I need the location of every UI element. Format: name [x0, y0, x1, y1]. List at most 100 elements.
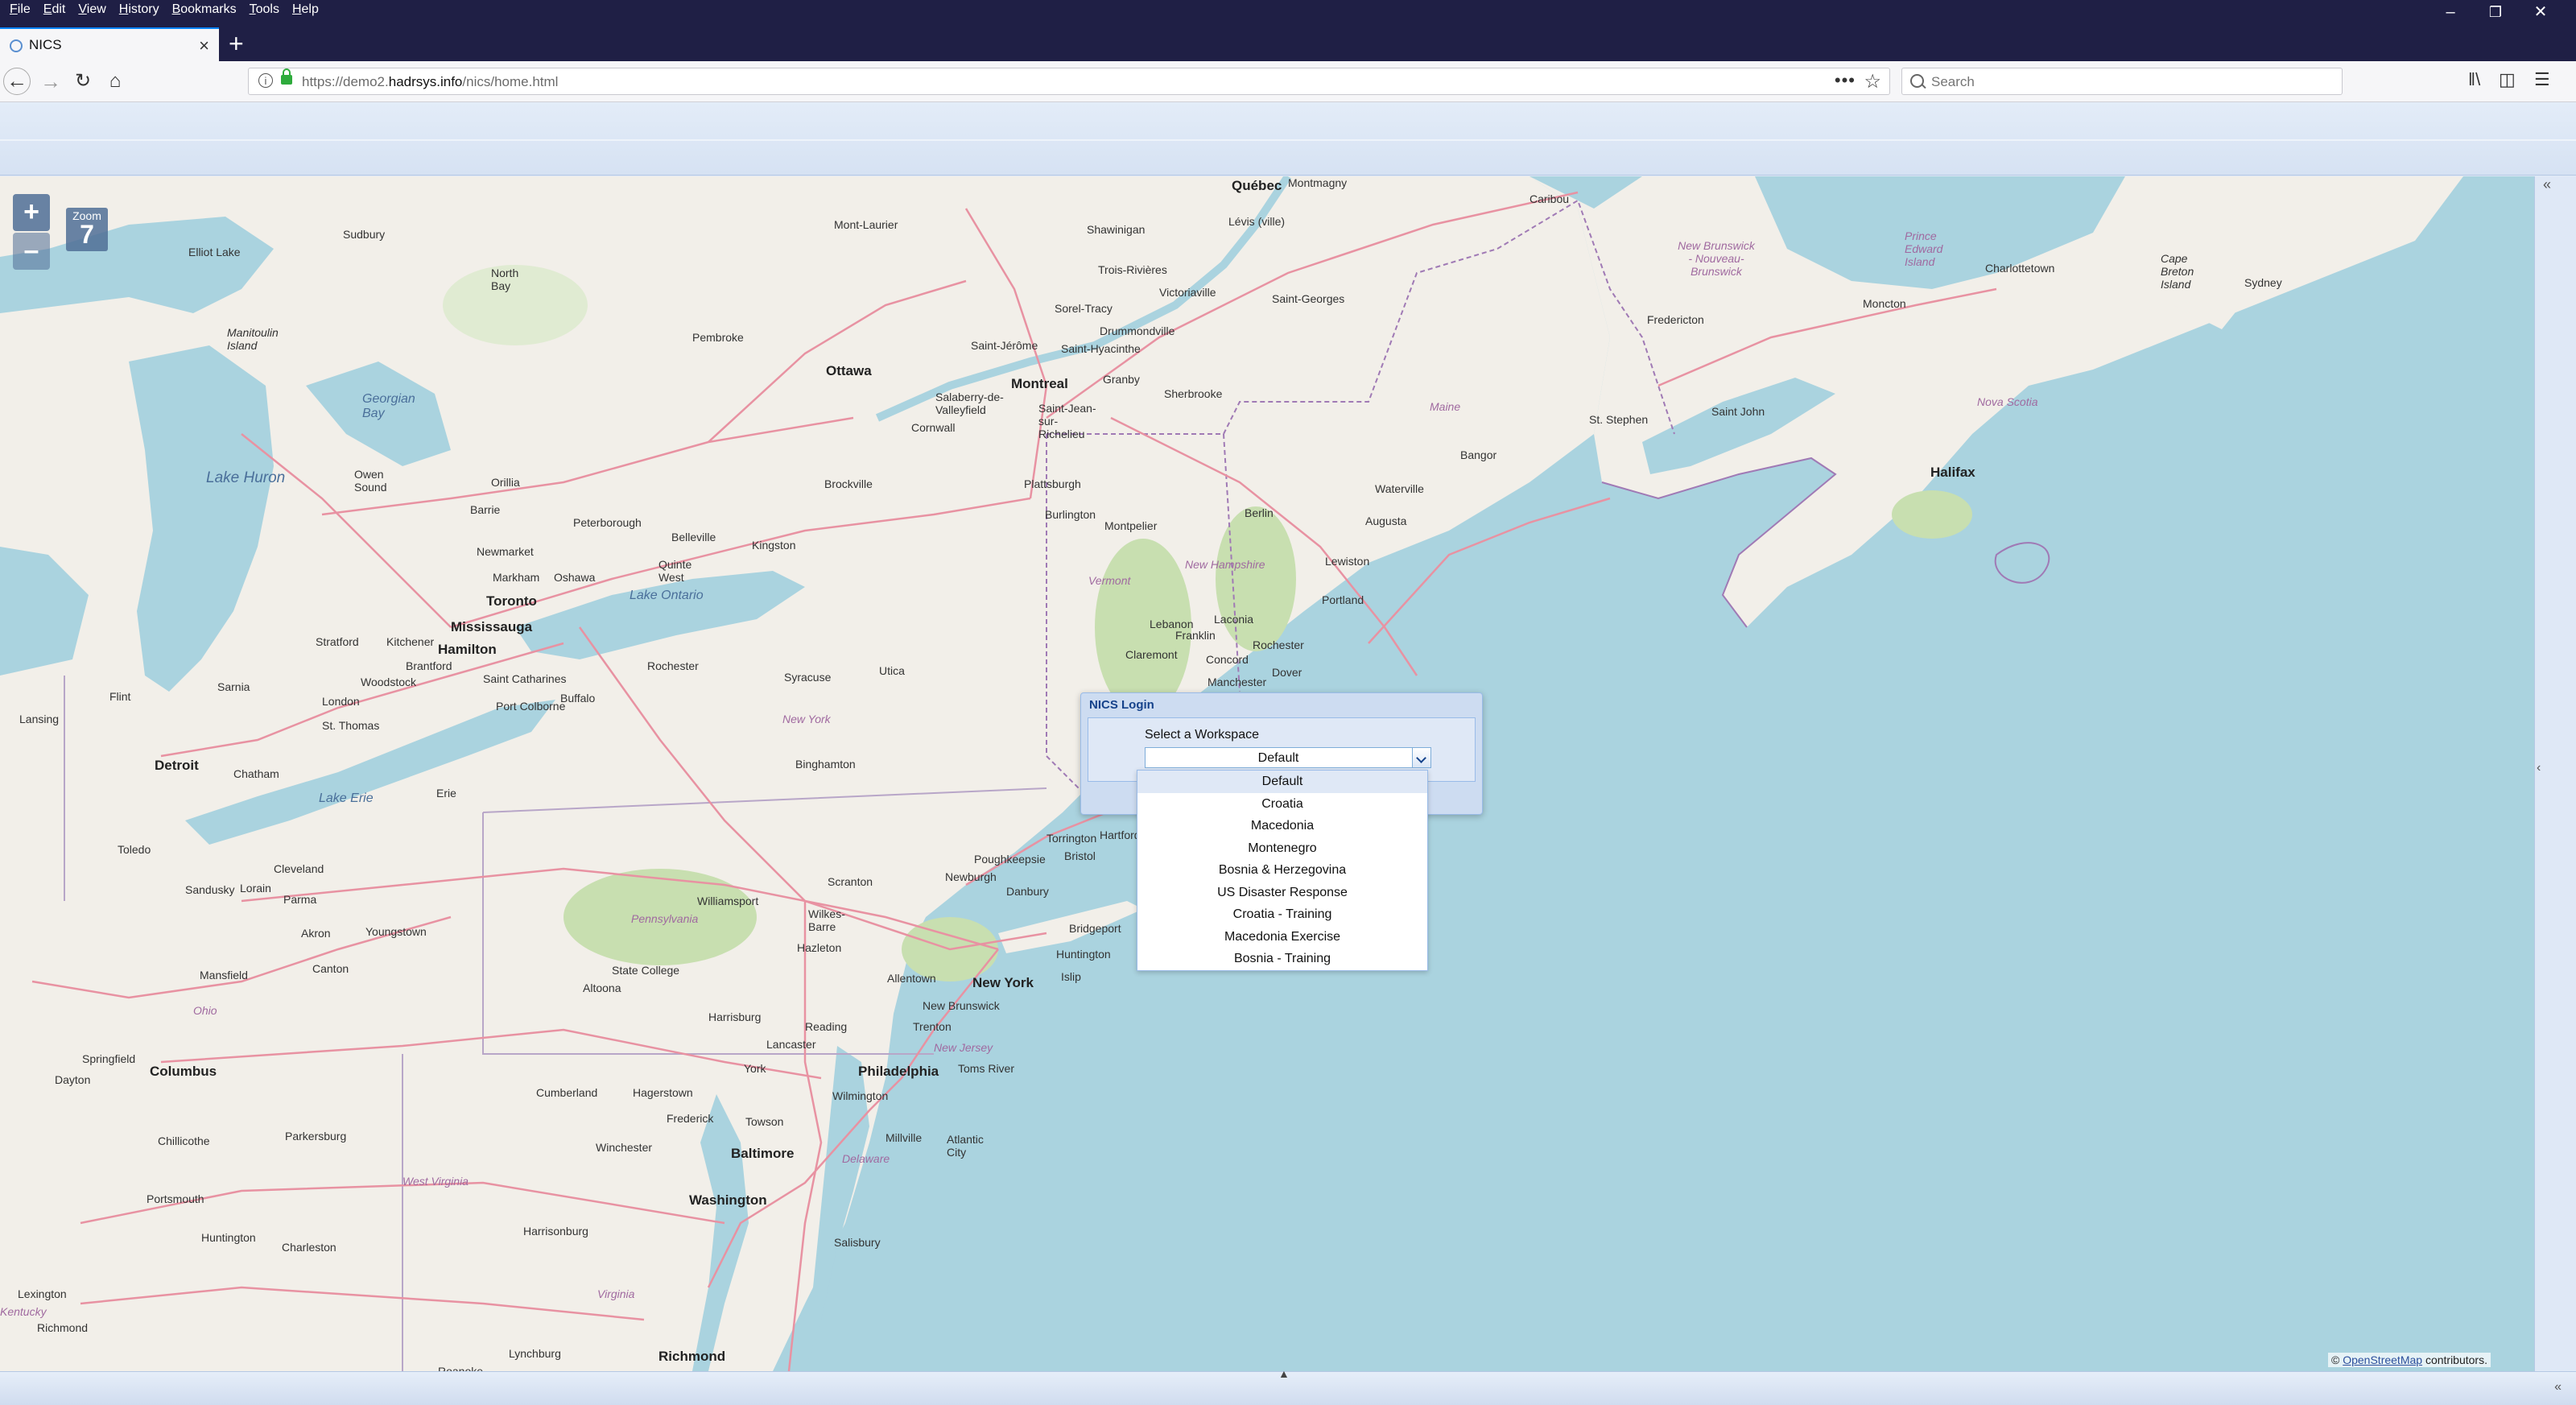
place-label: Millville [886, 1131, 923, 1144]
place-label: New York [782, 713, 831, 725]
place-label: Moncton [1863, 297, 1906, 310]
collapsed-east-panel: « ‹ [2534, 176, 2576, 1371]
place-label: Hamilton [438, 642, 497, 657]
menu-edit[interactable]: Edit [37, 0, 72, 19]
app-header [0, 102, 2576, 176]
workspace-option[interactable]: US Disaster Response [1137, 882, 1427, 904]
place-label: Huntington [201, 1231, 256, 1244]
new-tab-icon[interactable]: + [229, 29, 244, 58]
restore-icon[interactable]: ❐ [2473, 0, 2518, 24]
search-box[interactable] [1901, 68, 2343, 95]
place-label: Toms River [958, 1062, 1015, 1075]
workspace-option[interactable]: Montenegro [1137, 837, 1427, 860]
navigation-toolbar: ← → ↻ ⌂ i https://demo2.hadrsys.info/nic… [0, 61, 2576, 102]
workspace-selected-value[interactable]: Default [1146, 751, 1411, 766]
place-label: Chatham [233, 767, 279, 780]
menu-file[interactable]: File [3, 0, 37, 19]
place-label: Washington [689, 1192, 767, 1208]
place-label: Poughkeepsie [974, 853, 1046, 866]
menu-help[interactable]: Help [286, 0, 325, 19]
place-label: Richmond [658, 1349, 726, 1364]
forward-icon[interactable]: → [37, 68, 64, 95]
zoom-in-button[interactable]: + [13, 194, 50, 231]
tab-close-icon[interactable]: × [199, 35, 209, 56]
place-label: Franklin [1175, 629, 1216, 642]
place-label: Burlington [1045, 508, 1096, 521]
workspace-option[interactable]: Macedonia [1137, 815, 1427, 837]
workspace-option[interactable]: Bosnia & Herzegovina [1137, 859, 1427, 882]
header-divider [0, 139, 2576, 141]
splitter-handle-icon[interactable]: ▲ [1278, 1367, 1290, 1380]
sidebar-icon[interactable]: ◫ [2499, 69, 2516, 90]
chevron-down-icon[interactable] [1412, 747, 1431, 768]
zoom-out-button[interactable]: – [13, 233, 50, 270]
minimize-icon[interactable]: – [2428, 0, 2473, 24]
place-label: Sarnia [217, 680, 250, 693]
place-label: Barrie [470, 503, 501, 516]
place-label: Toledo [118, 843, 151, 856]
place-label: Chillicothe [158, 1134, 210, 1147]
place-label: Flint [109, 690, 131, 703]
place-label: Sandusky [185, 883, 235, 896]
place-label: Plattsburgh [1024, 477, 1081, 490]
home-icon[interactable]: ⌂ [101, 68, 129, 95]
back-icon[interactable]: ← [3, 68, 31, 95]
library-icon[interactable]: ‖\ [2468, 69, 2480, 90]
dialog-title: NICS Login [1089, 698, 1154, 712]
reload-icon[interactable]: ↻ [69, 68, 97, 95]
workspace-option[interactable]: Bosnia - Training [1137, 948, 1427, 970]
place-label: Sorel-Tracy [1055, 302, 1113, 315]
place-label: Prince Edward Island [1905, 229, 1943, 268]
place-label: Wilkes-Barre [808, 907, 845, 933]
place-label: Québec [1232, 178, 1282, 193]
place-label: Charleston [282, 1241, 336, 1254]
place-label: Mansfield [200, 969, 248, 981]
url-bar[interactable]: i https://demo2.hadrsys.info/nics/home.h… [248, 68, 1890, 95]
place-label: Lewiston [1325, 555, 1370, 568]
place-label: Buffalo [560, 692, 596, 705]
zoom-level-indicator: Zoom 7 [66, 208, 108, 251]
info-icon[interactable]: i [258, 73, 273, 88]
place-label: West Virginia [402, 1175, 469, 1188]
workspace-option[interactable]: Macedonia Exercise [1137, 926, 1427, 948]
place-label: Waterville [1375, 482, 1424, 495]
openstreetmap-link[interactable]: OpenStreetMap [2343, 1353, 2422, 1366]
expand-panel-icon[interactable]: « [2543, 176, 2551, 193]
place-label: New York [972, 975, 1034, 990]
menu-history[interactable]: History [113, 0, 166, 19]
hamburger-menu-icon[interactable]: ☰ [2534, 69, 2550, 90]
place-label: Reading [805, 1020, 848, 1033]
place-label: Bristol [1064, 849, 1096, 862]
tab-nics[interactable]: NICS × [0, 27, 219, 63]
place-label: Saint-Georges [1272, 292, 1345, 305]
close-window-icon[interactable]: ✕ [2518, 0, 2563, 24]
place-label: Towson [745, 1115, 784, 1128]
search-input[interactable] [1930, 72, 2327, 93]
place-label: Montmagny [1288, 176, 1348, 189]
workspace-option[interactable]: Croatia [1137, 793, 1427, 816]
place-label: Fredericton [1647, 313, 1704, 326]
place-label: Pennsylvania [631, 912, 699, 925]
place-label: Woodstock [361, 676, 416, 688]
place-label: St. Stephen [1589, 413, 1649, 426]
zoom-value: 7 [80, 220, 94, 249]
place-label: Ottawa [826, 363, 872, 378]
panel-splitter-icon[interactable]: ‹ [2537, 761, 2541, 775]
place-label: Toronto [486, 593, 537, 609]
place-label: Cape Breton Island [2161, 252, 2194, 291]
place-label: Lévis (ville) [1228, 215, 1286, 228]
workspace-option[interactable]: Default [1137, 771, 1427, 793]
expand-south-panel-icon[interactable]: « [2554, 1380, 2562, 1395]
place-label: Winchester [596, 1141, 653, 1154]
menu-bar: File Edit View History Bookmarks Tools H… [3, 0, 325, 19]
menu-bookmarks[interactable]: Bookmarks [166, 0, 243, 19]
browser-titlebar: File Edit View History Bookmarks Tools H… [0, 0, 2576, 63]
menu-view[interactable]: View [72, 0, 112, 19]
place-label: North Bay [491, 267, 519, 292]
url-text[interactable]: https://demo2.hadrsys.info/nics/home.htm… [302, 74, 558, 90]
page-actions-icon[interactable]: ••• [1835, 70, 1856, 91]
workspace-option[interactable]: Croatia - Training [1137, 903, 1427, 926]
workspace-select[interactable]: Default [1145, 747, 1431, 768]
bookmark-star-icon[interactable]: ☆ [1864, 70, 1881, 93]
menu-tools[interactable]: Tools [243, 0, 286, 19]
